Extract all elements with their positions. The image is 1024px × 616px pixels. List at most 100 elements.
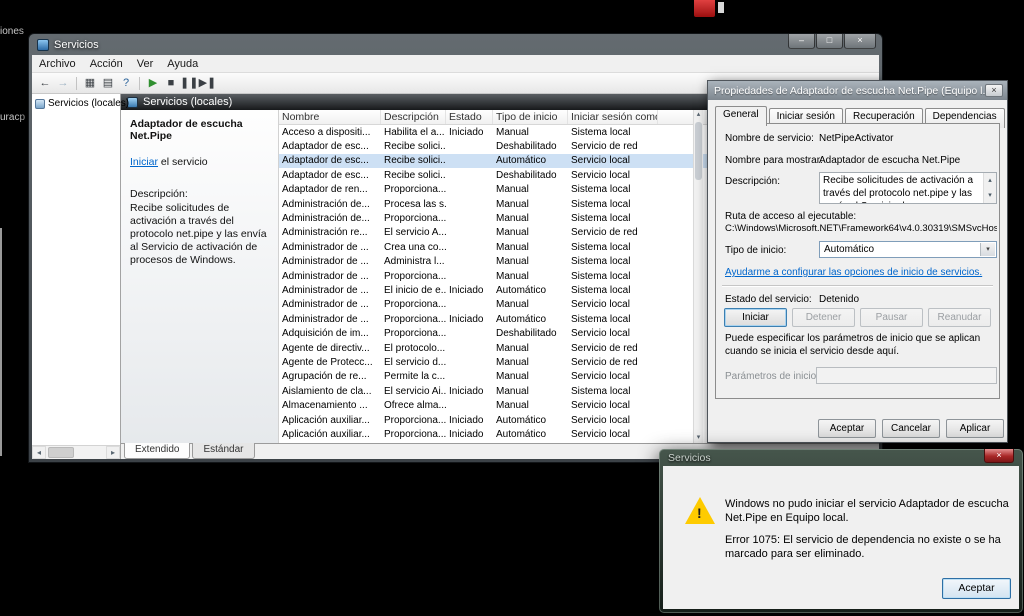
- service-logon-cell: Servicio de red: [571, 227, 638, 239]
- service-name-cell: Administrador de ...: [282, 256, 369, 268]
- menu-ver[interactable]: Ver: [130, 56, 161, 72]
- description-field[interactable]: Recibe solicitudes de activación a travé…: [819, 172, 997, 204]
- service-description-cell: Proporciona...: [384, 299, 446, 311]
- tab-extendido[interactable]: Extendido: [124, 443, 191, 459]
- tree-horizontal-scrollbar[interactable]: ◂ ▸: [32, 445, 120, 459]
- dialog-close-button[interactable]: ×: [985, 84, 1003, 97]
- desktop: iones uracp Servicios – □ × Archivo Acció…: [0, 0, 1024, 616]
- service-name-cell: Adaptador de esc...: [282, 155, 369, 167]
- scroll-thumb[interactable]: [48, 447, 74, 458]
- column-header-tipo-inicio[interactable]: Tipo de inicio: [493, 110, 568, 124]
- error-close-button[interactable]: ×: [984, 449, 1014, 463]
- show-console-tree-icon[interactable]: ▦: [81, 74, 99, 93]
- scroll-up-icon[interactable]: ▴: [988, 174, 992, 187]
- general-tab-page: Nombre de servicio: NetPipeActivator Nom…: [715, 123, 1000, 399]
- background-text-fragment: iones: [0, 26, 24, 37]
- tree-item-servicios-locales[interactable]: Servicios (locales): [32, 94, 129, 111]
- close-button[interactable]: ×: [844, 34, 876, 49]
- service-description-cell: Habilita el a...: [384, 126, 445, 138]
- tab-general[interactable]: General: [715, 106, 767, 126]
- chevron-down-icon[interactable]: ▾: [980, 243, 995, 256]
- window-titlebar[interactable]: Servicios: [29, 34, 882, 55]
- service-startup-cell: Manual: [496, 241, 529, 253]
- start-service-icon[interactable]: ▶: [144, 74, 162, 93]
- column-header-estado[interactable]: Estado: [446, 110, 493, 124]
- error-dialog-title: Servicios: [668, 451, 711, 464]
- restart-service-icon[interactable]: ▶❚: [198, 74, 217, 93]
- scroll-down-icon[interactable]: ▾: [694, 433, 703, 443]
- maximize-button[interactable]: □: [816, 34, 843, 49]
- service-logon-cell: Servicio de red: [571, 141, 638, 153]
- service-logon-cell: Servicio local: [571, 371, 630, 383]
- scroll-thumb[interactable]: [695, 122, 702, 180]
- scroll-track[interactable]: [46, 446, 106, 459]
- service-detail-pane: Adaptador de escucha Net.Pipe Iniciar el…: [121, 110, 279, 443]
- scroll-track[interactable]: [694, 120, 703, 433]
- column-header-nombre[interactable]: Nombre: [279, 110, 381, 124]
- service-startup-cell: Automático: [496, 155, 547, 167]
- scroll-right-icon[interactable]: ▸: [106, 446, 120, 459]
- startup-type-dropdown[interactable]: Automático ▾: [819, 241, 997, 258]
- service-logon-cell: Sistema local: [571, 256, 631, 268]
- dialog-bottom-buttons: Aceptar Cancelar Aplicar: [818, 419, 1004, 438]
- warning-icon-exclamation: !: [697, 505, 702, 521]
- service-state-cell: Iniciado: [449, 385, 484, 397]
- service-logon-cell: Sistema local: [571, 198, 631, 210]
- service-description-cell: El servicio A...: [384, 227, 446, 239]
- start-service-button[interactable]: Iniciar: [724, 308, 787, 327]
- help-icon[interactable]: ?: [117, 74, 135, 93]
- service-logon-cell: Sistema local: [571, 313, 631, 325]
- startup-options-help-link[interactable]: Ayudarme a configurar las opciones de in…: [725, 267, 982, 278]
- services-node-icon: [35, 98, 45, 109]
- separator: [722, 285, 993, 287]
- forward-icon[interactable]: →: [54, 74, 72, 93]
- stop-service-icon[interactable]: ■: [162, 74, 180, 93]
- service-name-cell: Administrador de ...: [282, 313, 369, 325]
- error-dialog-body: ! Windows no pudo iniciar el servicio Ad…: [663, 466, 1019, 609]
- service-startup-cell: Manual: [496, 342, 529, 354]
- back-icon[interactable]: ←: [36, 74, 54, 93]
- service-name-cell: Acceso a dispositi...: [282, 126, 371, 138]
- service-description-cell: Proporciona...: [384, 313, 446, 325]
- export-list-icon[interactable]: ▤: [99, 74, 117, 93]
- tab-estandar[interactable]: Estándar: [192, 443, 255, 459]
- list-vertical-scrollbar[interactable]: ▴ ▾: [693, 110, 703, 443]
- service-logon-cell: Servicio local: [571, 328, 630, 340]
- column-header-iniciar-sesion[interactable]: Iniciar sesión como: [568, 110, 658, 124]
- description-scrollbar[interactable]: ▴ ▾: [983, 173, 996, 203]
- service-startup-cell: Deshabilitado: [496, 141, 557, 153]
- menu-accion[interactable]: Acción: [83, 56, 130, 72]
- service-description-cell: El inicio de e...: [384, 284, 446, 296]
- scroll-up-icon[interactable]: ▴: [694, 110, 703, 120]
- service-name-cell: Administrador de ...: [282, 299, 369, 311]
- service-logon-cell: Servicio de red: [571, 356, 638, 368]
- menu-archivo[interactable]: Archivo: [32, 56, 83, 72]
- service-description-cell: El servicio d...: [384, 356, 446, 368]
- error-accept-button[interactable]: Aceptar: [942, 578, 1011, 599]
- minimize-button[interactable]: –: [788, 34, 815, 49]
- dialog-titlebar[interactable]: Propiedades de Adaptador de escucha Net.…: [708, 81, 1007, 100]
- service-name-cell: Administración re...: [282, 227, 368, 239]
- dialog-title: Propiedades de Adaptador de escucha Net.…: [714, 84, 992, 97]
- service-startup-cell: Manual: [496, 213, 529, 225]
- service-startup-cell: Automático: [496, 284, 547, 296]
- menu-ayuda[interactable]: Ayuda: [160, 56, 205, 72]
- column-header-descripcion[interactable]: Descripción: [381, 110, 446, 124]
- service-logon-cell: Sistema local: [571, 284, 631, 296]
- service-status-value: Detenido: [819, 294, 860, 305]
- selected-service-title: Adaptador de escucha Net.Pipe: [130, 118, 243, 142]
- service-name-cell: Aplicación auxiliar...: [282, 414, 370, 426]
- service-description-cell: Ofrece alma...: [384, 400, 446, 412]
- accept-button[interactable]: Aceptar: [818, 419, 876, 438]
- pause-service-button[interactable]: Pausar: [860, 308, 923, 327]
- scroll-down-icon[interactable]: ▾: [988, 189, 992, 202]
- resume-service-button[interactable]: Reanudar: [928, 308, 991, 327]
- service-description-cell: Recibe solici...: [384, 169, 446, 181]
- apply-button[interactable]: Aplicar: [946, 419, 1004, 438]
- stop-service-button[interactable]: Detener: [792, 308, 855, 327]
- scroll-left-icon[interactable]: ◂: [32, 446, 46, 459]
- error-dialog-titlebar[interactable]: Servicios: [663, 449, 1019, 466]
- pause-service-icon[interactable]: ❚❚: [180, 74, 198, 93]
- cancel-button[interactable]: Cancelar: [882, 419, 940, 438]
- start-service-link[interactable]: Iniciar: [130, 156, 158, 168]
